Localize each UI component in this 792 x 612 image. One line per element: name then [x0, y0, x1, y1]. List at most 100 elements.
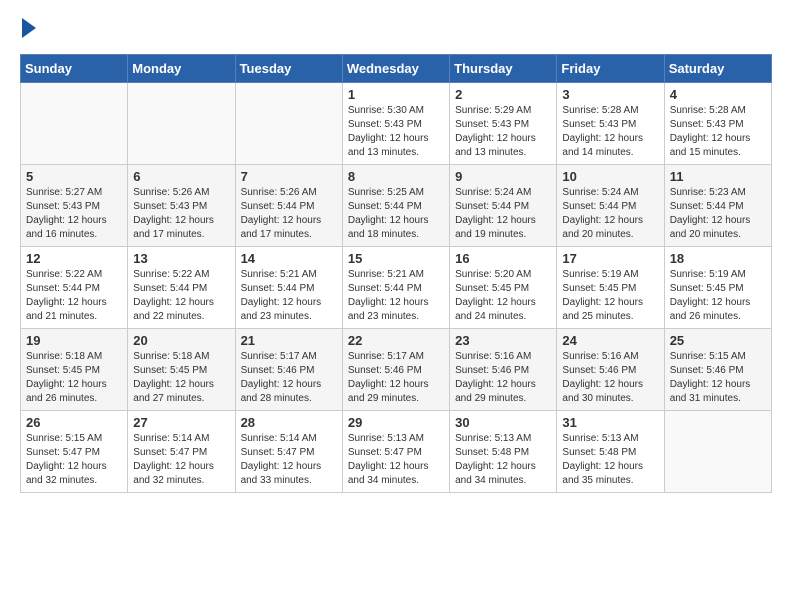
day-info: Sunrise: 5:24 AM Sunset: 5:44 PM Dayligh…: [562, 186, 658, 242]
day-number: 13: [133, 251, 229, 266]
day-number: 28: [241, 415, 337, 430]
calendar-empty-cell: [21, 83, 128, 165]
day-number: 22: [348, 333, 444, 348]
calendar-day-11: 11Sunrise: 5:23 AM Sunset: 5:44 PM Dayli…: [664, 165, 771, 247]
calendar-day-28: 28 Sunrise: 5:14 AM Sunset: 5:47 PM Dayli…: [235, 411, 342, 493]
day-info: Sunrise: 5:14 AM Sunset: 5:47 PM Dayligh…: [133, 432, 229, 488]
day-info: Sunrise: 5:29 AM Sunset: 5:43 PM Dayligh…: [455, 104, 551, 160]
column-header-saturday: Saturday: [664, 55, 771, 83]
day-info: Sunrise: 5:17 AM Sunset: 5:46 PM Dayligh…: [241, 350, 337, 406]
calendar-day-30: 30Sunrise: 5:13 AM Sunset: 5:48 PM Dayli…: [450, 411, 557, 493]
day-info: Sunrise: 5:14 AM Sunset: 5:47 PM Dayligh…: [241, 432, 337, 488]
calendar-day-15: 15 Sunrise: 5:21 AM Sunset: 5:44 PM Dayli…: [342, 247, 449, 329]
day-info: Sunrise: 5:27 AM Sunset: 5:43 PM Dayligh…: [26, 186, 122, 242]
day-info: Sunrise: 5:25 AM Sunset: 5:44 PM Dayligh…: [348, 186, 444, 242]
day-number: 27: [133, 415, 229, 430]
day-number: 3: [562, 87, 658, 102]
calendar-header-row: SundayMondayTuesdayWednesdayThursdayFrid…: [21, 55, 772, 83]
calendar-empty-cell: [235, 83, 342, 165]
day-number: 5: [26, 169, 122, 184]
calendar-day-21: 21 Sunrise: 5:17 AM Sunset: 5:46 PM Dayli…: [235, 329, 342, 411]
day-info: Sunrise: 5:30 AM Sunset: 5:43 PM Dayligh…: [348, 104, 444, 160]
day-info: Sunrise: 5:28 AM Sunset: 5:43 PM Dayligh…: [562, 104, 658, 160]
calendar-day-5: 5 Sunrise: 5:27 AM Sunset: 5:43 PM Daylig…: [21, 165, 128, 247]
day-number: 20: [133, 333, 229, 348]
day-number: 17: [562, 251, 658, 266]
column-header-monday: Monday: [128, 55, 235, 83]
calendar-day-17: 17 Sunrise: 5:19 AM Sunset: 5:45 PM Dayli…: [557, 247, 664, 329]
day-info: Sunrise: 5:26 AM Sunset: 5:44 PM Dayligh…: [241, 186, 337, 242]
calendar-table: SundayMondayTuesdayWednesdayThursdayFrid…: [20, 54, 772, 493]
calendar-empty-cell: [128, 83, 235, 165]
calendar-day-19: 19 Sunrise: 5:18 AM Sunset: 5:45 PM Dayli…: [21, 329, 128, 411]
calendar-week-row: 1 Sunrise: 5:30 AM Sunset: 5:43 PM Daylig…: [21, 83, 772, 165]
calendar-week-row: 5 Sunrise: 5:27 AM Sunset: 5:43 PM Daylig…: [21, 165, 772, 247]
day-info: Sunrise: 5:18 AM Sunset: 5:45 PM Dayligh…: [133, 350, 229, 406]
day-number: 7: [241, 169, 337, 184]
day-number: 19: [26, 333, 122, 348]
day-number: 24: [562, 333, 658, 348]
calendar-empty-cell: [664, 411, 771, 493]
calendar-day-12: 12 Sunrise: 5:22 AM Sunset: 5:44 PM Dayli…: [21, 247, 128, 329]
day-info: Sunrise: 5:16 AM Sunset: 5:46 PM Dayligh…: [455, 350, 551, 406]
calendar-day-1: 1 Sunrise: 5:30 AM Sunset: 5:43 PM Daylig…: [342, 83, 449, 165]
day-number: 21: [241, 333, 337, 348]
day-info: Sunrise: 5:18 AM Sunset: 5:45 PM Dayligh…: [26, 350, 122, 406]
day-number: 30: [455, 415, 551, 430]
day-info: Sunrise: 5:17 AM Sunset: 5:46 PM Dayligh…: [348, 350, 444, 406]
day-info: Sunrise: 5:21 AM Sunset: 5:44 PM Dayligh…: [348, 268, 444, 324]
day-info: Sunrise: 5:13 AM Sunset: 5:48 PM Dayligh…: [562, 432, 658, 488]
column-header-friday: Friday: [557, 55, 664, 83]
day-info: Sunrise: 5:16 AM Sunset: 5:46 PM Dayligh…: [562, 350, 658, 406]
calendar-day-18: 18 Sunrise: 5:19 AM Sunset: 5:45 PM Dayli…: [664, 247, 771, 329]
calendar-day-7: 7 Sunrise: 5:26 AM Sunset: 5:44 PM Daylig…: [235, 165, 342, 247]
page-header: [20, 20, 772, 38]
calendar-day-22: 22 Sunrise: 5:17 AM Sunset: 5:46 PM Dayli…: [342, 329, 449, 411]
calendar-day-4: 4 Sunrise: 5:28 AM Sunset: 5:43 PM Daylig…: [664, 83, 771, 165]
day-number: 23: [455, 333, 551, 348]
calendar-day-16: 16 Sunrise: 5:20 AM Sunset: 5:45 PM Dayli…: [450, 247, 557, 329]
day-number: 15: [348, 251, 444, 266]
column-header-tuesday: Tuesday: [235, 55, 342, 83]
logo: [20, 20, 36, 38]
calendar-day-29: 29 Sunrise: 5:13 AM Sunset: 5:47 PM Dayli…: [342, 411, 449, 493]
day-info: Sunrise: 5:15 AM Sunset: 5:46 PM Dayligh…: [670, 350, 766, 406]
day-info: Sunrise: 5:22 AM Sunset: 5:44 PM Dayligh…: [26, 268, 122, 324]
day-number: 16: [455, 251, 551, 266]
calendar-day-14: 14 Sunrise: 5:21 AM Sunset: 5:44 PM Dayli…: [235, 247, 342, 329]
logo-arrow-icon: [22, 18, 36, 38]
calendar-day-25: 25Sunrise: 5:15 AM Sunset: 5:46 PM Dayli…: [664, 329, 771, 411]
day-number: 14: [241, 251, 337, 266]
day-info: Sunrise: 5:22 AM Sunset: 5:44 PM Dayligh…: [133, 268, 229, 324]
day-number: 4: [670, 87, 766, 102]
calendar-day-20: 20 Sunrise: 5:18 AM Sunset: 5:45 PM Dayli…: [128, 329, 235, 411]
column-header-wednesday: Wednesday: [342, 55, 449, 83]
calendar-day-13: 13 Sunrise: 5:22 AM Sunset: 5:44 PM Dayli…: [128, 247, 235, 329]
day-info: Sunrise: 5:26 AM Sunset: 5:43 PM Dayligh…: [133, 186, 229, 242]
day-info: Sunrise: 5:20 AM Sunset: 5:45 PM Dayligh…: [455, 268, 551, 324]
calendar-week-row: 26 Sunrise: 5:15 AM Sunset: 5:47 PM Dayli…: [21, 411, 772, 493]
day-number: 12: [26, 251, 122, 266]
day-number: 10: [562, 169, 658, 184]
day-number: 26: [26, 415, 122, 430]
calendar-week-row: 12 Sunrise: 5:22 AM Sunset: 5:44 PM Dayli…: [21, 247, 772, 329]
day-info: Sunrise: 5:15 AM Sunset: 5:47 PM Dayligh…: [26, 432, 122, 488]
day-info: Sunrise: 5:13 AM Sunset: 5:47 PM Dayligh…: [348, 432, 444, 488]
day-number: 9: [455, 169, 551, 184]
day-number: 18: [670, 251, 766, 266]
calendar-day-9: 9Sunrise: 5:24 AM Sunset: 5:44 PM Daylig…: [450, 165, 557, 247]
day-number: 31: [562, 415, 658, 430]
day-number: 2: [455, 87, 551, 102]
calendar-day-10: 10 Sunrise: 5:24 AM Sunset: 5:44 PM Dayli…: [557, 165, 664, 247]
day-info: Sunrise: 5:28 AM Sunset: 5:43 PM Dayligh…: [670, 104, 766, 160]
calendar-day-31: 31 Sunrise: 5:13 AM Sunset: 5:48 PM Dayli…: [557, 411, 664, 493]
day-info: Sunrise: 5:21 AM Sunset: 5:44 PM Dayligh…: [241, 268, 337, 324]
day-number: 6: [133, 169, 229, 184]
column-header-thursday: Thursday: [450, 55, 557, 83]
day-number: 1: [348, 87, 444, 102]
column-header-sunday: Sunday: [21, 55, 128, 83]
day-info: Sunrise: 5:19 AM Sunset: 5:45 PM Dayligh…: [562, 268, 658, 324]
day-number: 11: [670, 169, 766, 184]
day-info: Sunrise: 5:19 AM Sunset: 5:45 PM Dayligh…: [670, 268, 766, 324]
day-number: 29: [348, 415, 444, 430]
